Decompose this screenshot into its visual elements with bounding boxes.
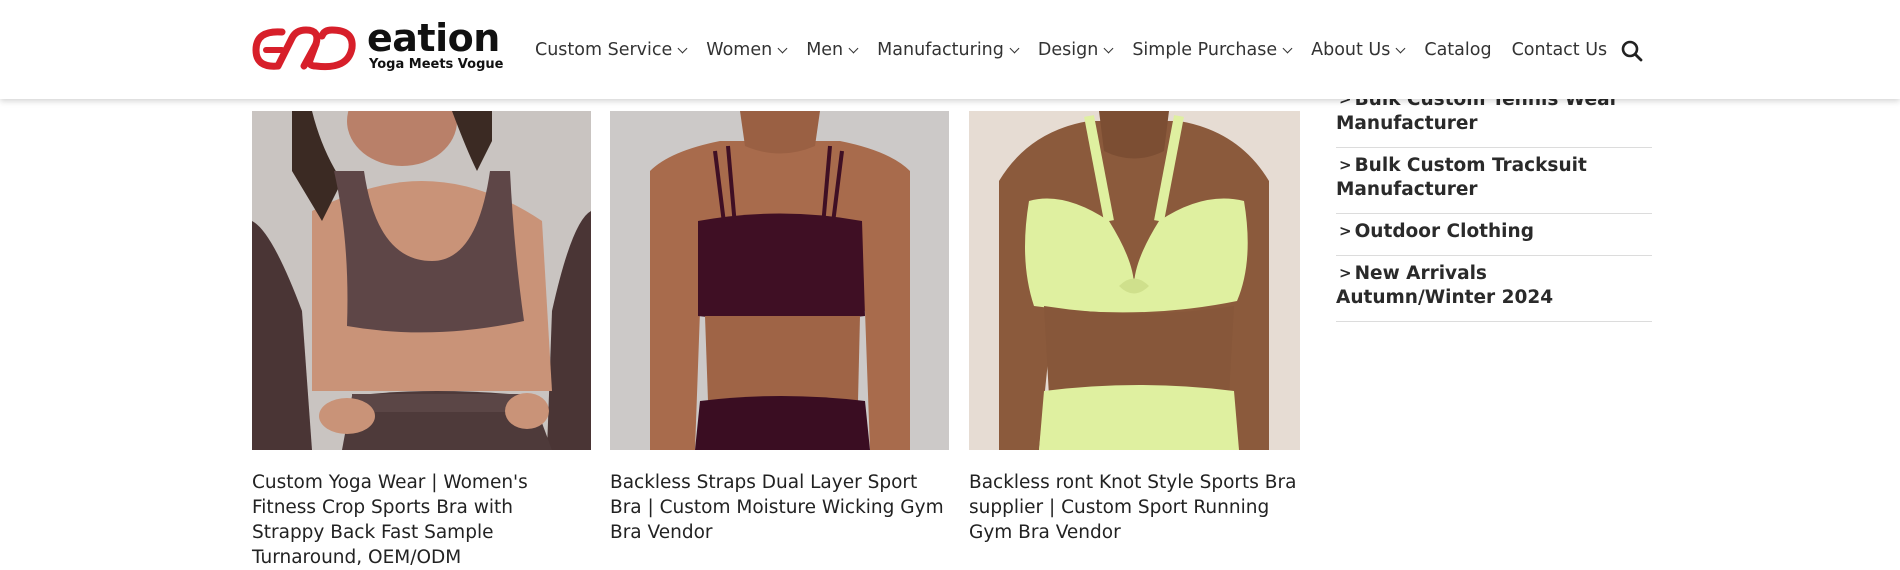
nav-item-label: Men	[806, 40, 844, 60]
product-image[interactable]	[610, 111, 949, 450]
sidebar-item-label: Outdoor Clothing	[1354, 221, 1534, 242]
product-card[interactable]: Backless Straps Dual Layer Sport Bra | C…	[610, 111, 949, 545]
product-title[interactable]: Custom Yoga Wear | Women's Fitness Crop …	[252, 470, 591, 570]
nav-item-label: About Us	[1311, 40, 1391, 60]
nav-item-women[interactable]: Women	[706, 40, 788, 60]
nav-item-men[interactable]: Men	[806, 40, 859, 60]
chevron-down-icon	[1282, 43, 1293, 53]
nav-item-custom-service[interactable]: Custom Service	[535, 40, 688, 60]
nav-item-label: Women	[706, 40, 773, 60]
nav-item-label: Contact Us	[1511, 40, 1608, 60]
site-header: eation Yoga Meets Vogue Custom Service W…	[0, 0, 1900, 99]
search-button[interactable]	[1620, 39, 1644, 63]
sidebar-item-outdoor-clothing[interactable]: > Outdoor Clothing	[1336, 214, 1652, 256]
product-card[interactable]: Custom Yoga Wear | Women's Fitness Crop …	[252, 111, 591, 570]
sidebar-category-list: > Bulk Custom Tennis Wear Manufacturer > B…	[1336, 84, 1652, 322]
product-photo	[252, 111, 591, 450]
main-nav: Custom Service Women Men Manufacturing D…	[535, 37, 1627, 63]
chevron-down-icon	[848, 43, 859, 53]
chevron-down-icon	[1009, 43, 1020, 53]
chevron-right-icon: >	[1339, 222, 1352, 240]
product-photo	[969, 111, 1300, 450]
nav-item-contact-us[interactable]: Contact Us	[1512, 40, 1608, 60]
nav-item-about-us[interactable]: About Us	[1311, 40, 1406, 60]
nav-item-label: Design	[1037, 40, 1099, 60]
chevron-down-icon	[677, 43, 688, 53]
sidebar-item-tracksuit[interactable]: > Bulk Custom Tracksuit Manufacturer	[1336, 148, 1652, 214]
nav-item-design[interactable]: Design	[1037, 40, 1114, 60]
chevron-down-icon	[1103, 43, 1114, 53]
product-image[interactable]	[252, 111, 591, 450]
product-image[interactable]	[969, 111, 1300, 450]
sidebar-item-new-arrivals[interactable]: > New Arrivals Autumn/Winter 2024	[1336, 256, 1652, 322]
sidebar-item-label: Bulk Custom Tracksuit Manufacturer	[1336, 155, 1587, 200]
sidebar-item-label: New Arrivals Autumn/Winter 2024	[1336, 263, 1554, 308]
product-title[interactable]: Backless Straps Dual Layer Sport Bra | C…	[610, 470, 949, 545]
nav-item-label: Simple Purchase	[1132, 40, 1278, 60]
logo-tagline: Yoga Meets Vogue	[369, 57, 504, 72]
search-icon	[1621, 40, 1643, 62]
chevron-down-icon	[1395, 43, 1406, 53]
chevron-down-icon	[777, 43, 788, 53]
product-card[interactable]: Backless ront Knot Style Sports Bra supp…	[969, 111, 1300, 545]
nav-item-label: Manufacturing	[877, 40, 1004, 60]
chevron-right-icon: >	[1339, 264, 1352, 282]
product-photo	[610, 111, 949, 450]
logo[interactable]: eation Yoga Meets Vogue	[252, 16, 503, 78]
product-title[interactable]: Backless ront Knot Style Sports Bra supp…	[969, 470, 1314, 545]
nav-item-label: Catalog	[1424, 40, 1492, 60]
nav-item-label: Custom Service	[535, 40, 673, 60]
nav-item-manufacturing[interactable]: Manufacturing	[877, 40, 1020, 60]
nav-item-simple-purchase[interactable]: Simple Purchase	[1132, 40, 1293, 60]
logo-mark-icon	[252, 26, 356, 71]
chevron-right-icon: >	[1339, 156, 1352, 174]
nav-item-catalog[interactable]: Catalog	[1424, 40, 1491, 60]
logo-wordmark: eation	[367, 16, 500, 60]
